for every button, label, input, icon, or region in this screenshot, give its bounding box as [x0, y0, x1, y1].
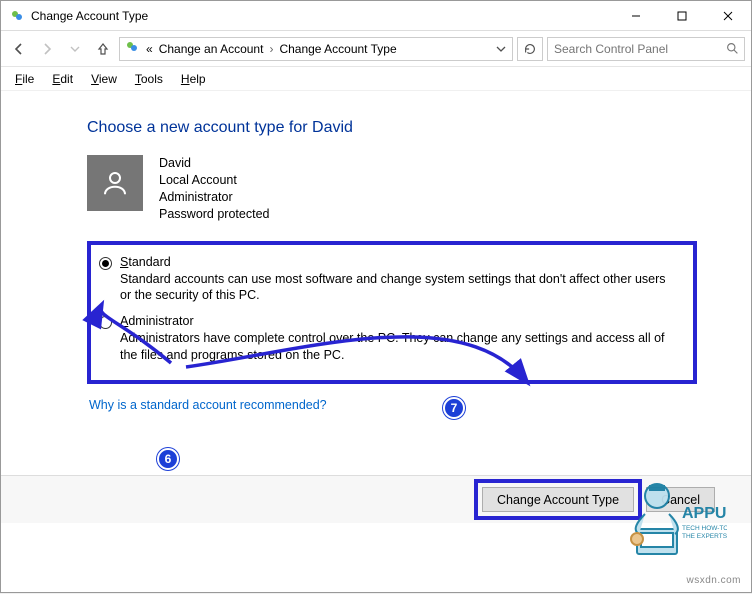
radio-administrator-label[interactable]: Administrator: [120, 314, 679, 328]
content-area: Choose a new account type for David Davi…: [1, 91, 751, 592]
refresh-button[interactable]: [517, 37, 543, 61]
address-bar[interactable]: « Change an Account › Change Account Typ…: [119, 37, 513, 61]
page-title: Choose a new account type for David: [87, 119, 727, 137]
radio-standard-desc: Standard accounts can use most software …: [120, 271, 679, 305]
recent-dropdown[interactable]: [63, 37, 87, 61]
minimize-button[interactable]: [613, 1, 659, 31]
crumb-change-account[interactable]: Change an Account: [159, 42, 264, 56]
radio-standard-label[interactable]: Standard: [120, 255, 679, 269]
user-role: Administrator: [159, 189, 269, 206]
step-badge-6: 6: [157, 448, 179, 470]
user-password-status: Password protected: [159, 206, 269, 223]
search-box[interactable]: [547, 37, 745, 61]
svg-text:THE EXPERTS: THE EXPERTS: [682, 533, 727, 540]
maximize-button[interactable]: [659, 1, 705, 31]
appuals-logo: APPUALS TECH HOW-TO'S FROM THE EXPERTS: [577, 474, 727, 574]
menu-help[interactable]: Help: [173, 70, 214, 88]
user-avatar-icon: [87, 155, 143, 211]
user-account-type: Local Account: [159, 172, 269, 189]
address-dropdown-icon[interactable]: [492, 44, 510, 54]
crumb-change-account-type[interactable]: Change Account Type: [279, 42, 396, 56]
window-title: Change Account Type: [31, 9, 148, 23]
radio-administrator-desc: Administrators have complete control ove…: [120, 330, 679, 364]
account-type-options: Standard Standard accounts can use most …: [87, 241, 697, 385]
link-why-standard[interactable]: Why is a standard account recommended?: [89, 398, 327, 412]
crumb-ellipsis[interactable]: «: [146, 42, 153, 56]
up-button[interactable]: [91, 37, 115, 61]
search-input[interactable]: [552, 41, 724, 57]
radio-administrator[interactable]: [99, 316, 112, 329]
address-bar-icon: [124, 39, 140, 58]
menu-edit[interactable]: Edit: [44, 70, 81, 88]
radio-standard[interactable]: [99, 257, 112, 270]
search-icon[interactable]: [724, 42, 740, 55]
menu-tools[interactable]: Tools: [127, 70, 171, 88]
menu-bar: File Edit View Tools Help: [1, 67, 751, 91]
forward-button[interactable]: [35, 37, 59, 61]
back-button[interactable]: [7, 37, 31, 61]
user-name: David: [159, 155, 269, 172]
menu-view[interactable]: View: [83, 70, 125, 88]
svg-text:APPUALS: APPUALS: [682, 505, 727, 522]
svg-text:TECH HOW-TO'S FROM: TECH HOW-TO'S FROM: [682, 525, 727, 532]
window-icon: [9, 8, 25, 24]
menu-file[interactable]: File: [7, 70, 42, 88]
close-button[interactable]: [705, 1, 751, 31]
step-badge-7: 7: [443, 397, 465, 419]
chevron-right-icon: ›: [269, 42, 273, 56]
watermark: wsxdn.com: [686, 575, 741, 586]
